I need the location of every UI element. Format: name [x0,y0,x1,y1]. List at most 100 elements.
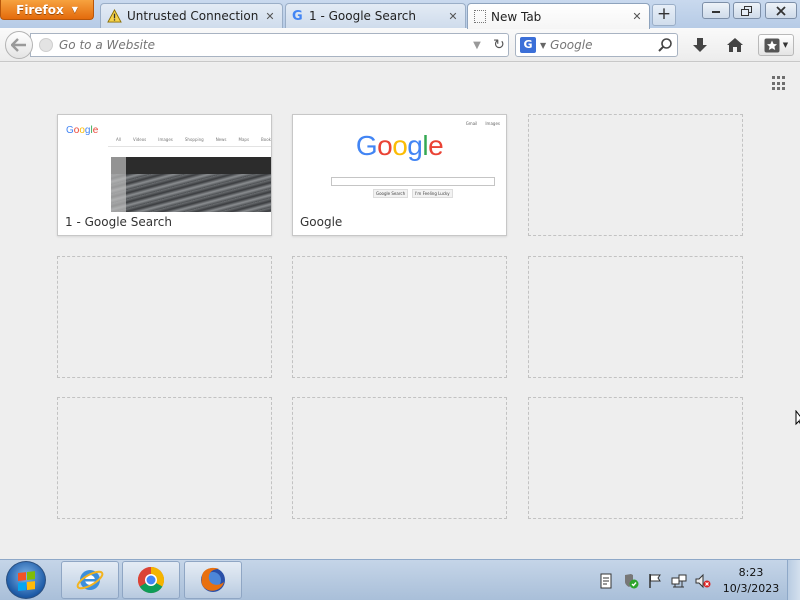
search-nav-link: Maps [238,137,250,142]
taskbar: 8:23 10/3/2023 [0,559,800,600]
search-nav-links: All Videos Images Shopping News Maps Books [116,137,271,142]
logo-letter: G [66,125,74,136]
home-button[interactable] [723,34,747,56]
navigation-toolbar: ▼ ↻ G ▼ ▼ [0,28,800,62]
restore-button[interactable] [733,2,761,19]
url-bar[interactable]: ▼ ↻ [30,33,509,57]
close-icon[interactable]: ✕ [631,10,643,23]
site-title: 1 - Google Search [65,215,172,229]
search-nav-link: Videos [132,137,147,142]
empty-site-tile [292,256,507,378]
site-tile-google[interactable]: Gmail Images Google Google Search I'm Fe… [292,114,507,236]
chevron-down-icon: ▼ [782,41,789,49]
taskbar-firefox[interactable] [184,561,242,599]
show-desktop-button[interactable] [787,560,800,600]
tab-label: 1 - Google Search [309,9,416,23]
close-icon[interactable]: ✕ [264,10,276,23]
url-dropdown-icon[interactable]: ▼ [470,40,484,51]
volume-muted-icon[interactable] [695,573,711,589]
search-bar[interactable]: G ▼ [515,33,678,57]
chevron-down-icon: ▼ [71,5,78,14]
clock-time: 8:23 [738,566,764,579]
site-title: Google [300,215,343,229]
mouse-cursor-icon [795,410,800,426]
tab-google-search[interactable]: G 1 - Google Search ✕ [285,3,466,28]
google-search-button: Google Search [373,189,409,198]
google-logo: Google [293,130,506,162]
security-shield-icon[interactable] [623,573,639,589]
top-link: Images [485,121,500,126]
new-tab-page: Google All Videos Images Shopping News Maps Bo… [0,63,800,559]
feeling-lucky-button: I'm Feeling Lucky [412,189,453,198]
site-thumbnail: Gmail Images Google Google Search I'm Fe… [293,115,506,212]
google-logo: Google [66,125,98,136]
internet-explorer-icon [76,570,104,590]
tab-label: Untrusted Connection [127,9,259,23]
minimize-button[interactable] [702,2,730,19]
restore-icon [741,5,752,16]
logo-letter: e [428,130,444,161]
warning-icon [107,9,122,23]
search-engine-icon[interactable]: G [520,37,536,53]
search-nav-link: News [215,137,227,142]
search-input[interactable] [550,38,653,52]
new-tab-button[interactable]: + [652,4,676,26]
empty-site-tile [528,256,743,378]
search-nav-link: All [116,137,121,142]
download-icon [693,38,707,52]
tab-new-tab[interactable]: New Tab ✕ [467,3,650,29]
empty-site-tile [528,114,743,236]
back-button[interactable] [5,31,33,59]
close-icon [776,5,786,16]
bookmarks-menu-button[interactable]: ▼ [758,34,794,56]
back-arrow-icon [11,38,26,52]
divider [108,146,271,147]
empty-site-tile [57,397,272,519]
close-icon[interactable]: ✕ [447,10,459,23]
action-center-flag-icon[interactable] [647,573,663,589]
blank-page-icon [474,10,486,23]
download-button[interactable] [688,34,712,56]
firefox-menu-button[interactable]: Firefox ▼ [0,0,94,20]
reload-icon[interactable]: ↻ [490,37,508,53]
top-link: Gmail [465,121,478,126]
taskbar-chrome[interactable] [122,561,180,599]
chrome-icon [137,566,165,594]
minimize-icon [712,10,720,13]
logo-letter: g [407,130,423,161]
taskbar-internet-explorer[interactable] [61,561,119,599]
search-box [331,177,495,186]
grid-toggle-icon[interactable] [772,76,787,91]
title-bar: Firefox ▼ Untrusted Connection ✕ G 1 - G… [0,0,800,29]
network-icon[interactable] [671,573,687,589]
logo-letter: o [392,130,408,161]
clock-date: 10/3/2023 [722,582,780,595]
system-clock[interactable]: 8:23 10/3/2023 [716,565,786,597]
site-identity-icon [39,38,53,52]
empty-site-tile [57,256,272,378]
image-result [111,157,271,212]
close-window-button[interactable] [765,2,797,19]
windows-logo-icon [18,571,36,591]
document-icon[interactable] [598,573,614,589]
search-nav-link: Images [158,137,173,142]
logo-letter: G [355,130,378,161]
image-result-shade [111,157,126,212]
top-links: Gmail Images [466,121,500,126]
search-nav-link: Books [261,137,271,142]
tab-untrusted-connection[interactable]: Untrusted Connection ✕ [100,3,283,28]
site-tile-google-search[interactable]: Google All Videos Images Shopping News Maps Bo… [57,114,272,236]
empty-site-tile [528,397,743,519]
firefox-icon [201,567,225,592]
search-icon[interactable] [657,37,673,53]
google-g-icon: G [292,8,303,24]
chevron-down-icon[interactable]: ▼ [540,41,546,50]
logo-letter: o [377,130,393,161]
firefox-menu-label: Firefox [16,2,64,17]
start-button[interactable] [6,561,46,599]
bookmark-star-icon [764,38,780,52]
tab-label: New Tab [491,9,542,24]
logo-letter: e [92,125,99,136]
url-input[interactable] [59,38,464,52]
search-buttons: Google Search I'm Feeling Lucky [373,189,453,198]
